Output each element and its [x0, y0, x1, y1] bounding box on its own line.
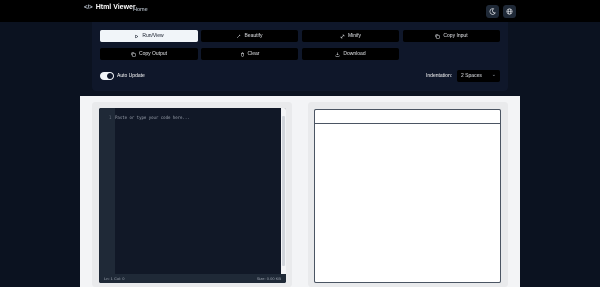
scrollbar-thumb[interactable] — [282, 116, 285, 266]
download-icon — [335, 52, 340, 56]
brand-title: Html Viewer — [95, 4, 136, 11]
toggle-knob — [107, 73, 113, 79]
indentation-label: Indentation: — [426, 73, 453, 79]
download-label: Download — [343, 51, 366, 57]
code-editor[interactable]: 1 Paste or type your code here... Ln: 1 … — [99, 108, 286, 283]
line-number: 1 — [109, 115, 112, 120]
auto-update-label: Auto Update — [117, 73, 145, 79]
minimize-icon — [340, 34, 345, 38]
language-button[interactable] — [503, 5, 516, 18]
code-icon: </> — [84, 4, 93, 11]
copy-output-label: Copy Output — [138, 51, 168, 57]
indentation-value: 2 Spaces — [461, 73, 482, 79]
run-view-button[interactable]: Run/View — [100, 30, 198, 42]
play-icon — [135, 34, 139, 38]
preview-frame[interactable] — [314, 109, 501, 283]
theme-toggle-button[interactable] — [486, 5, 499, 18]
copy-output-button[interactable]: Copy Output — [100, 48, 198, 60]
moon-icon — [489, 8, 496, 15]
editor-scrollbar[interactable] — [281, 108, 286, 274]
content-size: Size: 0.00 KB — [256, 276, 281, 281]
copy-icon — [435, 34, 440, 38]
brand-logo[interactable]: </> Html Viewer — [84, 4, 136, 11]
download-button[interactable]: Download — [302, 48, 399, 60]
line-number-gutter — [99, 108, 115, 274]
auto-update-toggle[interactable] — [100, 72, 114, 80]
copy-input-button[interactable]: Copy Input — [403, 30, 500, 42]
copy-input-label: Copy Input — [443, 33, 468, 39]
trash-icon — [240, 52, 244, 56]
cursor-position: Ln: 1 Col: 0 — [104, 276, 125, 281]
run-view-label: Run/View — [142, 33, 164, 39]
beautify-label: Beautify — [244, 33, 263, 39]
magic-wand-icon — [237, 34, 241, 38]
editor-placeholder: Paste or type your code here... — [115, 115, 190, 120]
globe-icon — [506, 8, 513, 15]
chevron-down-icon: ⌄ — [491, 72, 496, 78]
clear-label: Clear — [247, 51, 260, 57]
indentation-select[interactable]: 2 Spaces ⌄ — [457, 70, 500, 82]
beautify-button[interactable]: Beautify — [201, 30, 298, 42]
nav-home-link[interactable]: Home — [133, 7, 148, 13]
editor-statusbar: Ln: 1 Col: 0 Size: 0.00 KB — [99, 274, 286, 283]
clear-button[interactable]: Clear — [201, 48, 298, 60]
top-navbar: </> Html Viewer Home — [0, 0, 600, 22]
minify-button[interactable]: Minify — [302, 30, 399, 42]
minify-label: Minify — [347, 33, 362, 39]
copy-icon — [131, 52, 136, 56]
preview-header-bar — [315, 110, 500, 124]
